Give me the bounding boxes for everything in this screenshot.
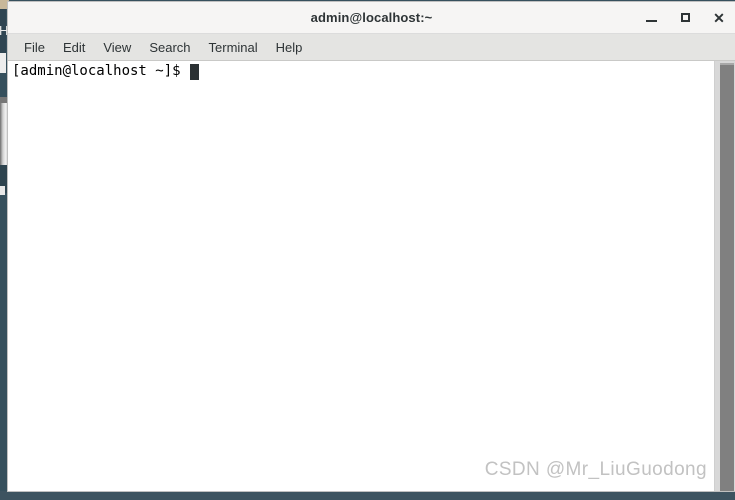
- window-title: admin@localhost:~: [310, 10, 433, 25]
- menu-file[interactable]: File: [15, 37, 54, 58]
- screen: H admin@localhost:~ ✕ File Edit View Sea…: [0, 0, 735, 500]
- minimize-icon: [645, 19, 657, 22]
- menu-help[interactable]: Help: [267, 37, 312, 58]
- terminal-output[interactable]: [admin@localhost ~]$: [8, 61, 713, 491]
- terminal-window: admin@localhost:~ ✕ File Edit View Searc…: [8, 2, 735, 491]
- menu-view[interactable]: View: [94, 37, 140, 58]
- terminal-prompt: [admin@localhost ~]$: [12, 63, 181, 79]
- maximize-icon: [680, 13, 690, 22]
- menu-terminal[interactable]: Terminal: [200, 37, 267, 58]
- desktop-bottom-strip: [0, 491, 735, 500]
- background-window-fragment: [0, 186, 5, 195]
- terminal-scrollbar[interactable]: [714, 61, 735, 491]
- close-button[interactable]: ✕: [711, 10, 727, 26]
- menu-edit[interactable]: Edit: [54, 37, 94, 58]
- terminal-cursor: [189, 63, 199, 80]
- minimize-button[interactable]: [643, 10, 659, 26]
- background-window-pane: [0, 53, 6, 73]
- watermark: CSDN @Mr_LiuGuodong: [484, 459, 707, 480]
- terminal-scrollbar-thumb[interactable]: [720, 63, 734, 491]
- background-window-text: H: [0, 23, 7, 38]
- menubar: File Edit View Search Terminal Help: [8, 34, 735, 61]
- background-scrollbar: [0, 103, 8, 165]
- window-controls: ✕: [643, 2, 727, 33]
- menu-search[interactable]: Search: [140, 37, 199, 58]
- titlebar[interactable]: admin@localhost:~ ✕: [8, 2, 735, 34]
- maximize-button[interactable]: [677, 10, 693, 26]
- close-icon: ✕: [713, 9, 725, 26]
- terminal-body[interactable]: [admin@localhost ~]$ CSDN @Mr_LiuGuodong: [8, 61, 735, 491]
- terminal-prompt-line: [admin@localhost ~]$: [12, 63, 713, 80]
